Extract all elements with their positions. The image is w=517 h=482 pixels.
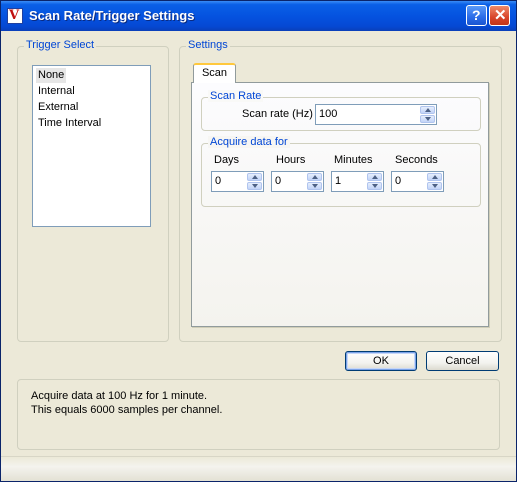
spin-up-arrow-icon[interactable]	[247, 173, 262, 181]
settings-title: Settings	[186, 39, 230, 51]
hours-spinner[interactable]: 0	[271, 171, 324, 192]
tab-scan[interactable]: Scan	[193, 63, 236, 83]
seconds-label: Seconds	[395, 154, 438, 166]
summary-line-2: This equals 6000 samples per channel.	[31, 404, 223, 416]
dialog-window: V Scan Rate/Trigger Settings ? ✕ Trigger…	[0, 0, 517, 482]
hours-label: Hours	[276, 154, 306, 166]
title-bar[interactable]: V Scan Rate/Trigger Settings ? ✕	[1, 1, 516, 31]
status-strip	[1, 456, 516, 481]
spin-up-arrow-icon[interactable]	[427, 173, 442, 181]
spin-down-arrow-icon[interactable]	[367, 182, 382, 190]
minutes-label: Minutes	[334, 154, 373, 166]
days-spinner[interactable]: 0	[211, 171, 264, 192]
trigger-listbox[interactable]: None Internal External Time Interval	[32, 65, 151, 227]
seconds-value[interactable]: 0	[395, 175, 401, 187]
spin-up-arrow-icon[interactable]	[367, 173, 382, 181]
days-label: Days	[214, 154, 240, 166]
trigger-select-title: Trigger Select	[24, 39, 97, 51]
app-logo-icon: V	[7, 8, 23, 24]
close-icon: ✕	[494, 7, 507, 24]
trigger-option-external[interactable]: External	[36, 100, 80, 115]
hours-value[interactable]: 0	[275, 175, 281, 187]
spin-up-arrow-icon[interactable]	[420, 106, 435, 114]
summary-line-1: Acquire data at 100 Hz for 1 minute.	[31, 390, 208, 402]
seconds-spinner[interactable]: 0	[391, 171, 444, 192]
close-button[interactable]: ✕	[489, 5, 510, 26]
window-title: Scan Rate/Trigger Settings	[29, 8, 195, 23]
trigger-option-time-interval[interactable]: Time Interval	[36, 116, 103, 131]
days-value[interactable]: 0	[215, 175, 221, 187]
spin-up-arrow-icon[interactable]	[307, 173, 322, 181]
spin-down-arrow-icon[interactable]	[307, 182, 322, 190]
spin-down-arrow-icon[interactable]	[247, 182, 262, 190]
summary-box: Acquire data at 100 Hz for 1 minute. Thi…	[17, 379, 500, 450]
acquire-data-title: Acquire data for	[208, 136, 290, 148]
scan-rate-spinner[interactable]: 100	[315, 104, 437, 125]
help-icon: ?	[472, 7, 481, 23]
ok-button[interactable]: OK	[345, 351, 417, 371]
help-button[interactable]: ?	[466, 5, 487, 26]
cancel-button[interactable]: Cancel	[426, 351, 499, 371]
trigger-option-none[interactable]: None	[36, 68, 67, 83]
minutes-value[interactable]: 1	[335, 175, 341, 187]
scan-rate-title: Scan Rate	[208, 90, 264, 102]
spin-down-arrow-icon[interactable]	[420, 115, 435, 123]
scan-rate-value[interactable]: 100	[319, 108, 337, 120]
scan-rate-label: Scan rate (Hz)	[242, 108, 313, 120]
trigger-option-internal[interactable]: Internal	[36, 84, 77, 99]
minutes-spinner[interactable]: 1	[331, 171, 384, 192]
spin-down-arrow-icon[interactable]	[427, 182, 442, 190]
